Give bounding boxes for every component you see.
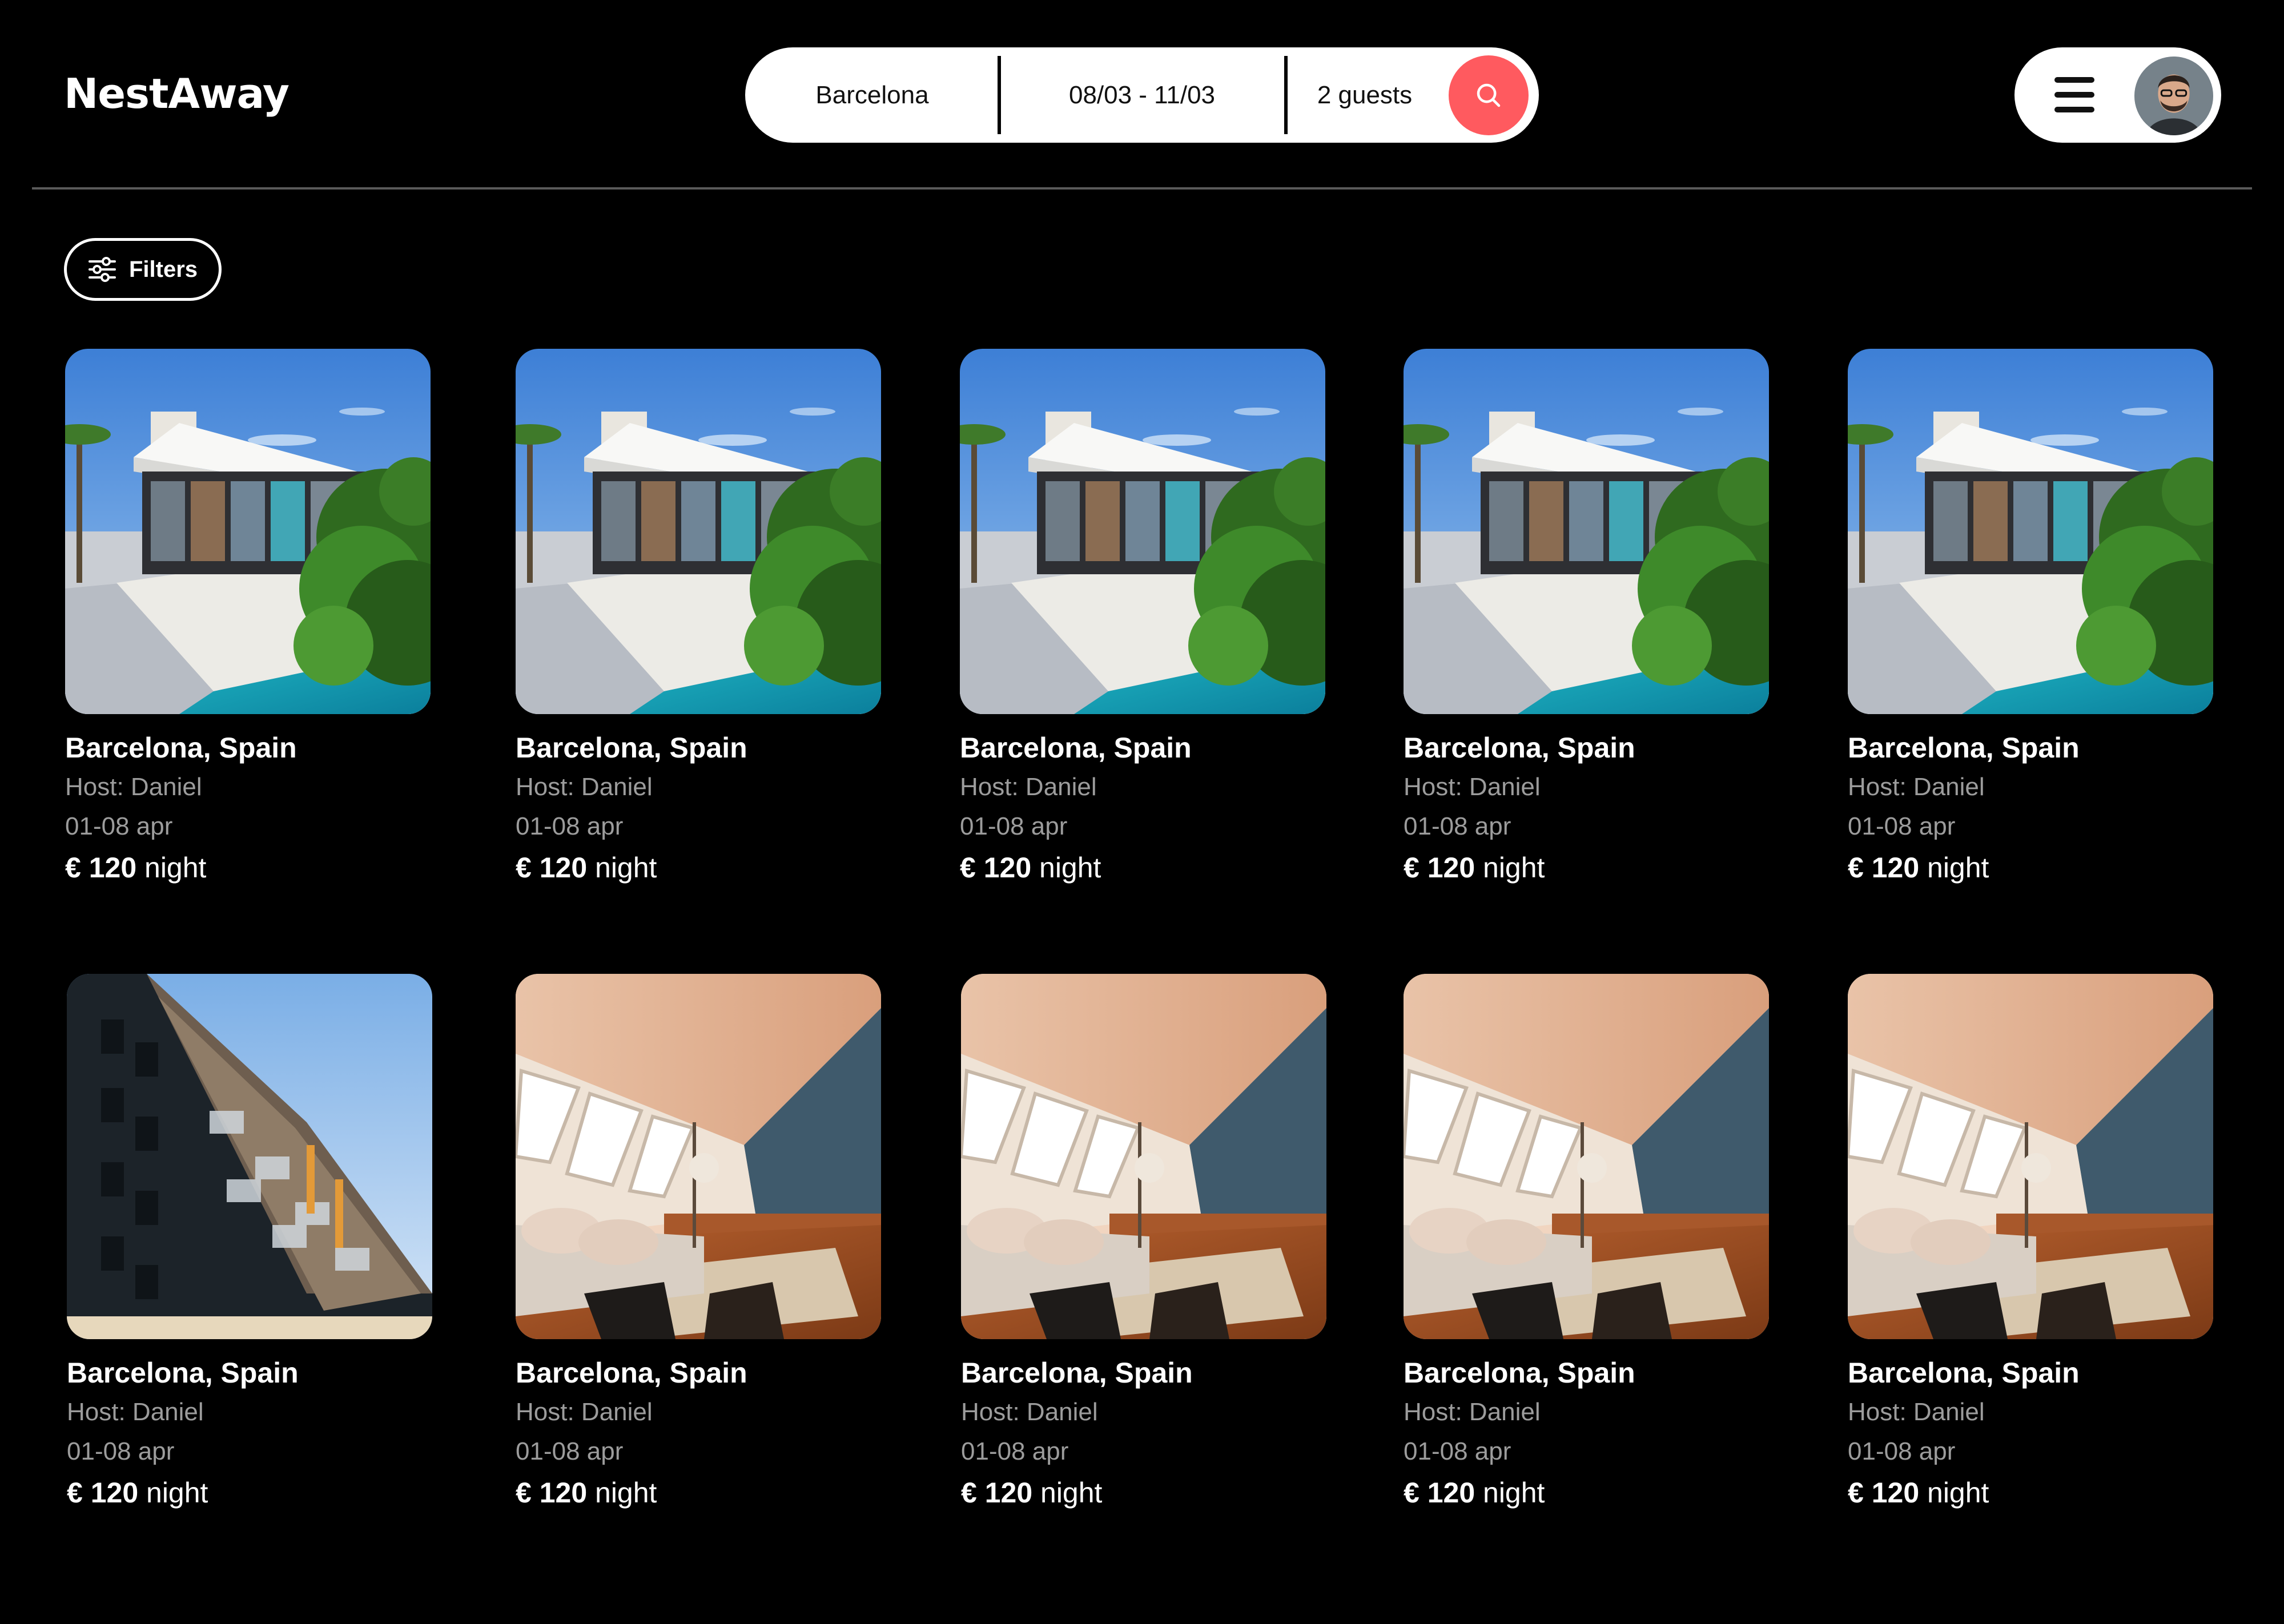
listing-host: Host: Daniel [961, 1398, 1098, 1426]
listing-price: € 120 night [516, 852, 657, 884]
listing-title: Barcelona, Spain [67, 1357, 299, 1389]
listing-dates: 01-08 apr [1404, 1437, 1511, 1465]
listing-title: Barcelona, Spain [516, 732, 747, 764]
listing-dates: 01-08 apr [1404, 812, 1511, 840]
listing-card[interactable]: Barcelona, Spain Host: Daniel 01-08 apr … [960, 349, 1325, 884]
listing-host: Host: Daniel [1848, 773, 1985, 801]
listing-title: Barcelona, Spain [65, 732, 297, 764]
listing-price: € 120 night [1848, 1477, 1989, 1509]
listing-dates: 01-08 apr [960, 812, 1068, 840]
listing-dates: 01-08 apr [65, 812, 173, 840]
search-bar: Barcelona 08/03 - 11/03 2 guests [745, 47, 1539, 143]
listing-photo [1404, 349, 1769, 714]
guests-field[interactable]: 2 guests [1285, 47, 1445, 143]
listing-title: Barcelona, Spain [1848, 732, 2080, 764]
listing-host: Host: Daniel [65, 773, 202, 801]
listing-photo [67, 974, 432, 1339]
listing-host: Host: Daniel [1848, 1398, 1985, 1426]
listing-title: Barcelona, Spain [960, 732, 1192, 764]
listing-price: € 120 night [961, 1477, 1103, 1509]
app-logo[interactable]: NestAway [64, 70, 289, 118]
listing-price: € 120 night [516, 1477, 657, 1509]
hamburger-menu-icon [2054, 77, 2094, 112]
filters-label: Filters [128, 256, 198, 282]
listing-card[interactable]: Barcelona, Spain Host: Daniel 01-08 apr … [1404, 349, 1769, 884]
listing-price: € 120 night [65, 852, 207, 884]
listing-host: Host: Daniel [67, 1398, 204, 1426]
listing-card[interactable]: Barcelona, Spain Host: Daniel 01-08 apr … [1848, 974, 2213, 1509]
listing-card[interactable]: Barcelona, Spain Host: Daniel 01-08 apr … [1404, 974, 1769, 1509]
listing-card[interactable]: Barcelona, Spain Host: Daniel 01-08 apr … [67, 974, 432, 1509]
listing-dates: 01-08 apr [67, 1437, 175, 1465]
listing-price: € 120 night [960, 852, 1101, 884]
listing-photo [1848, 974, 2213, 1339]
listing-title: Barcelona, Spain [1404, 1357, 1635, 1389]
listing-photo [1404, 974, 1769, 1339]
listing-dates: 01-08 apr [1848, 1437, 1956, 1465]
listing-price: € 120 night [1848, 852, 1989, 884]
top-navigation-bar: NestAway Barcelona 08/03 - 11/03 2 guest… [0, 0, 2284, 190]
listing-title: Barcelona, Spain [1848, 1357, 2080, 1389]
listing-price: € 120 night [67, 1477, 208, 1509]
listing-photo [516, 974, 881, 1339]
listing-card[interactable]: Barcelona, Spain Host: Daniel 01-08 apr … [961, 974, 1326, 1509]
listing-photo [961, 974, 1326, 1339]
sliders-icon [88, 257, 116, 282]
listing-dates: 01-08 apr [961, 1437, 1069, 1465]
header-divider [32, 187, 2252, 190]
listing-card[interactable]: Barcelona, Spain Host: Daniel 01-08 apr … [65, 349, 431, 884]
listing-price: € 120 night [1404, 852, 1545, 884]
listing-card[interactable]: Barcelona, Spain Host: Daniel 01-08 apr … [516, 974, 881, 1509]
listing-photo [1848, 349, 2213, 714]
listing-host: Host: Daniel [1404, 1398, 1541, 1426]
listing-dates: 01-08 apr [516, 812, 624, 840]
listing-photo [65, 349, 431, 714]
search-button[interactable] [1449, 55, 1529, 135]
listing-price: € 120 night [1404, 1477, 1545, 1509]
listing-card[interactable]: Barcelona, Spain Host: Daniel 01-08 apr … [1848, 349, 2213, 884]
filters-button[interactable]: Filters [64, 238, 222, 301]
listing-dates: 01-08 apr [516, 1437, 624, 1465]
listing-photo [960, 349, 1325, 714]
search-icon [1477, 83, 1501, 107]
listing-host: Host: Daniel [960, 773, 1097, 801]
listing-photo [516, 349, 881, 714]
listing-host: Host: Daniel [1404, 773, 1541, 801]
listing-title: Barcelona, Spain [961, 1357, 1193, 1389]
listing-host: Host: Daniel [516, 1398, 653, 1426]
account-menu-button[interactable] [2014, 47, 2221, 143]
listing-card[interactable]: Barcelona, Spain Host: Daniel 01-08 apr … [516, 349, 881, 884]
user-avatar [2134, 57, 2213, 135]
location-field[interactable]: Barcelona [745, 47, 999, 143]
listing-title: Barcelona, Spain [516, 1357, 747, 1389]
listing-title: Barcelona, Spain [1404, 732, 1635, 764]
dates-field[interactable]: 08/03 - 11/03 [999, 47, 1285, 143]
listing-dates: 01-08 apr [1848, 812, 1956, 840]
listing-host: Host: Daniel [516, 773, 653, 801]
